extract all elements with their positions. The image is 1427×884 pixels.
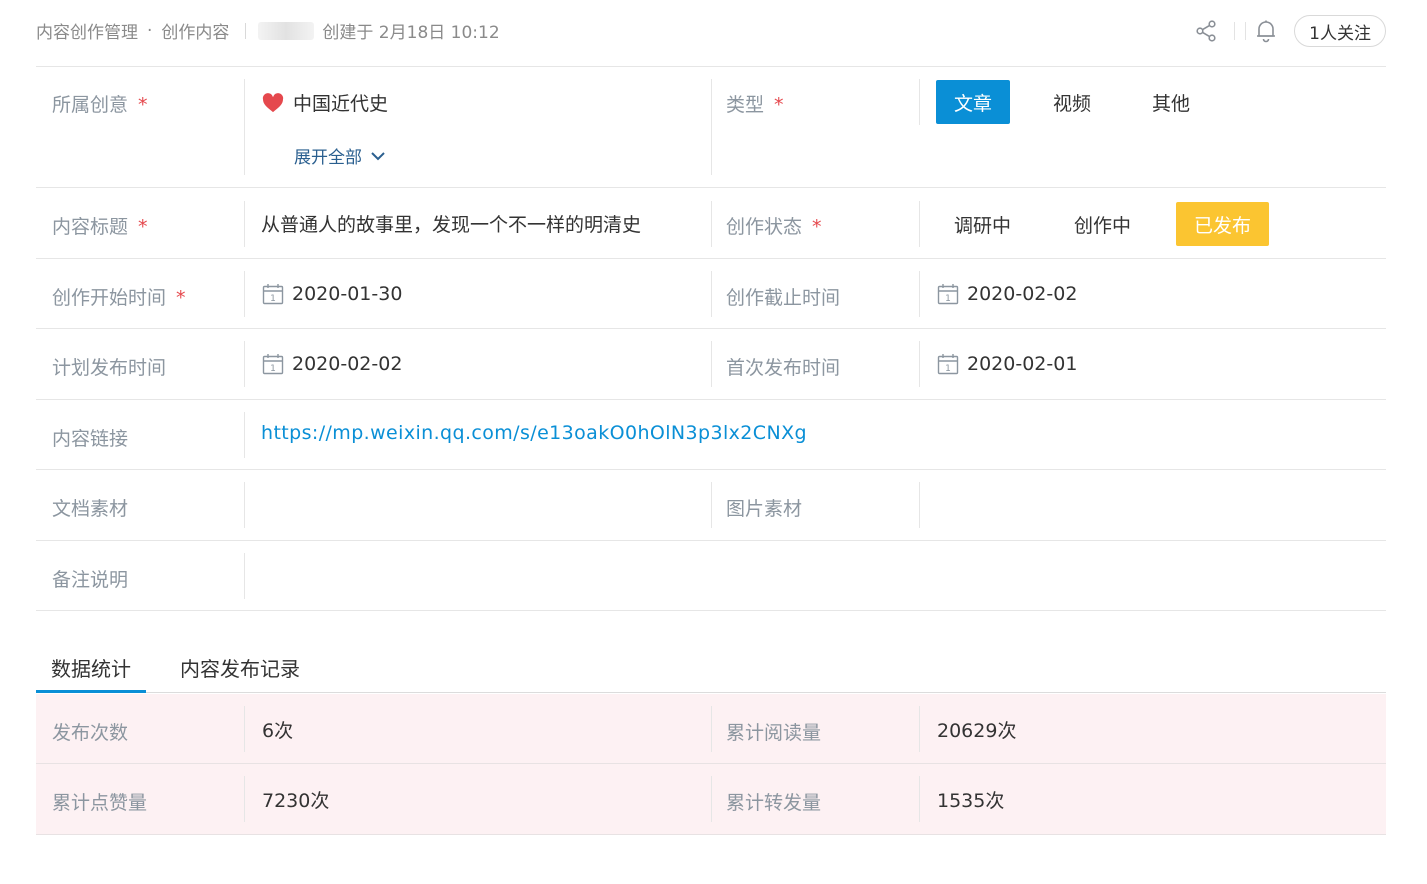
content-link[interactable]: https://mp.weixin.qq.com/s/e13oakO0hOlN3…	[261, 422, 807, 444]
stats-panel: 发布次数 6次 累计阅读量 20629次 累计点赞量 7230次 累计转发量 1…	[36, 694, 1386, 835]
publish-count-label: 发布次数	[52, 722, 129, 744]
form-row-dates: 创作开始时间 * 1 2020-01-30 创作截止时间 1 2020-02-02	[36, 259, 1386, 329]
form-row-title-status: 内容标题 * 从普通人的故事里，发现一个不一样的明清史 创作状态 * 调研中 创作中…	[36, 188, 1386, 259]
svg-text:1: 1	[270, 364, 276, 374]
share-total-value: 1535次	[937, 790, 1005, 812]
type-option-article[interactable]: 文章	[936, 80, 1011, 124]
share-total-label: 累计转发量	[726, 792, 822, 814]
follow-button[interactable]: 1人关注	[1294, 15, 1386, 47]
bell-icon[interactable]	[1252, 17, 1280, 45]
page-header: 内容创作管理 · 创作内容 创建于 2月18日 10:12 1人关注	[36, 0, 1386, 66]
breadcrumb-current[interactable]: 创作内容	[161, 18, 229, 43]
title-input[interactable]: 从普通人的故事里，发现一个不一样的明清史	[261, 210, 641, 237]
img-material-label: 图片素材	[726, 498, 803, 520]
calendar-icon: 1	[262, 283, 284, 305]
plan-publish-label: 计划发布时间	[52, 357, 167, 379]
form-row-materials: 文档素材 图片素材	[36, 470, 1386, 541]
breadcrumb-root[interactable]: 内容创作管理	[36, 18, 138, 43]
link-label: 内容链接	[52, 428, 129, 450]
start-date-label: 创作开始时间 *	[52, 287, 186, 309]
calendar-icon: 1	[262, 353, 284, 375]
form-row-publish-dates: 计划发布时间 1 2020-02-02 首次发布时间 1 2020-02-01	[36, 329, 1386, 400]
status-option-research[interactable]: 调研中	[936, 202, 1029, 246]
form-row-remark: 备注说明	[36, 541, 1386, 611]
type-option-other[interactable]: 其他	[1134, 80, 1208, 124]
first-publish-picker[interactable]: 1 2020-02-01	[937, 353, 1077, 375]
type-option-video[interactable]: 视频	[1035, 80, 1109, 124]
tab-publish-records[interactable]: 内容发布记录	[180, 653, 300, 693]
svg-text:1: 1	[945, 294, 951, 304]
stats-row: 发布次数 6次 累计阅读量 20629次	[36, 694, 1386, 764]
start-date-picker[interactable]: 1 2020-01-30	[262, 283, 402, 305]
calendar-icon: 1	[937, 283, 959, 305]
calendar-icon: 1	[937, 353, 959, 375]
first-publish-label: 首次发布时间	[726, 357, 841, 379]
like-total-value: 7230次	[262, 790, 330, 812]
status-option-published[interactable]: 已发布	[1176, 202, 1270, 246]
heart-icon	[262, 92, 284, 113]
idea-value[interactable]: 中国近代史	[262, 89, 388, 116]
publish-count-value: 6次	[262, 720, 294, 742]
share-icon[interactable]	[1192, 17, 1220, 45]
deadline-picker[interactable]: 1 2020-02-02	[937, 283, 1077, 305]
divider	[1234, 22, 1236, 40]
type-label: 类型 *	[726, 94, 784, 116]
idea-label: 所属创意 *	[52, 94, 148, 116]
expand-all-button[interactable]: 展开全部	[294, 143, 386, 168]
divider	[245, 22, 247, 39]
svg-text:1: 1	[270, 294, 276, 304]
divider	[1245, 22, 1247, 40]
chevron-down-icon	[371, 151, 385, 160]
svg-text:1: 1	[945, 364, 951, 374]
creator-avatar-blurred	[258, 21, 315, 40]
read-total-label: 累计阅读量	[726, 722, 822, 744]
doc-material-label: 文档素材	[52, 498, 129, 520]
remark-label: 备注说明	[52, 569, 129, 591]
breadcrumb-separator: ·	[147, 20, 153, 41]
deadline-label: 创作截止时间	[726, 287, 841, 309]
plan-publish-picker[interactable]: 1 2020-02-02	[262, 353, 402, 375]
like-total-label: 累计点赞量	[52, 792, 148, 814]
form-row-idea-type: 所属创意 * 中国近代史 展开全部 类型 * 文章 视频 其他	[36, 67, 1386, 188]
created-time: 创建于 2月18日 10:12	[322, 23, 500, 43]
stats-row: 累计点赞量 7230次 累计转发量 1535次	[36, 764, 1386, 835]
form-row-link: 内容链接 https://mp.weixin.qq.com/s/e13oakO0…	[36, 400, 1386, 470]
tab-statistics[interactable]: 数据统计	[36, 653, 146, 693]
status-option-creating[interactable]: 创作中	[1056, 202, 1149, 246]
status-label: 创作状态 *	[726, 216, 822, 238]
title-label: 内容标题 *	[52, 216, 148, 238]
tab-bar: 数据统计 内容发布记录	[36, 645, 1386, 693]
breadcrumb: 内容创作管理 · 创作内容 创建于 2月18日 10:12	[36, 18, 500, 44]
content-form: 所属创意 * 中国近代史 展开全部 类型 * 文章 视频 其他 内容标题 * 从普通人…	[36, 67, 1386, 611]
read-total-value: 20629次	[937, 720, 1017, 742]
